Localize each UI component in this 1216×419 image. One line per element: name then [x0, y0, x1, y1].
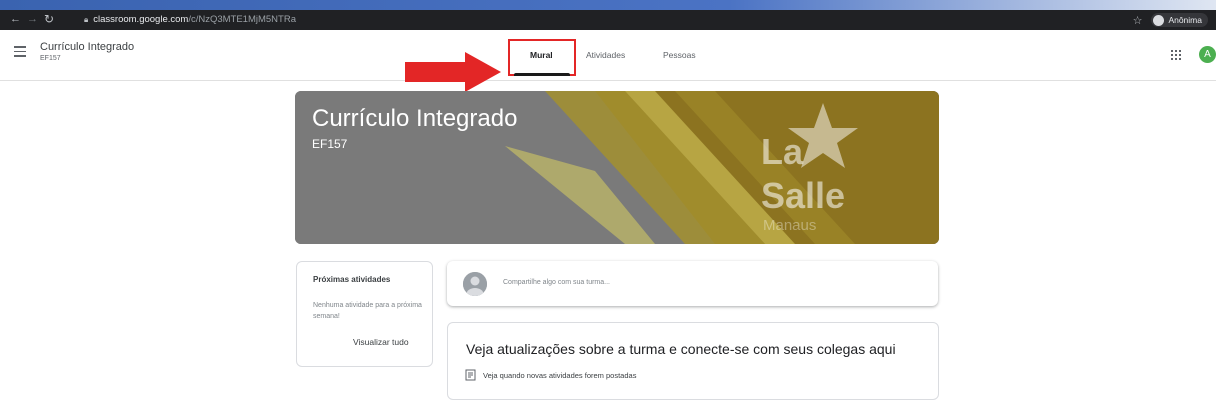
incognito-icon: [1153, 14, 1165, 26]
account-avatar[interactable]: A: [1199, 46, 1216, 63]
reload-icon[interactable]: ↻: [44, 12, 54, 26]
class-banner: Currículo Integrado EF157 La Salle Manau…: [295, 91, 939, 244]
upcoming-activities-card: Próximas atividades Nenhuma atividade pa…: [296, 261, 433, 367]
tab-pessoas[interactable]: Pessoas: [663, 50, 696, 60]
user-avatar-icon: [463, 272, 487, 296]
assignment-doc-icon: [465, 369, 476, 381]
back-icon[interactable]: ←: [10, 13, 21, 25]
browser-window: ← → ↻ 🔒︎ classroom.google.com/c/NzQ3MTE1M…: [0, 10, 1216, 419]
address-bar[interactable]: 🔒︎ classroom.google.com/c/NzQ3MTE1MjM5NTR…: [84, 12, 296, 28]
tab-atividades[interactable]: Atividades: [586, 50, 625, 60]
profile-label: Anônima: [1168, 15, 1202, 25]
logo-text-manaus: Manaus: [763, 217, 817, 234]
url-host: classroom.google.com: [93, 14, 189, 25]
updates-card: Veja atualizações sobre a turma e conect…: [447, 322, 939, 400]
share-placeholder[interactable]: Compartilhe algo com sua turma...: [503, 279, 610, 286]
updates-note: Veja quando novas atividades forem posta…: [483, 371, 637, 380]
lock-icon: 🔒︎: [84, 15, 89, 24]
top-decorative-strip: [0, 0, 1216, 10]
banner-title: Currículo Integrado: [312, 105, 518, 132]
active-tab-indicator: [514, 73, 570, 76]
bookmark-star-icon[interactable]: ☆: [1133, 14, 1143, 27]
incognito-profile-button[interactable]: Anônima: [1151, 13, 1208, 27]
class-name[interactable]: Currículo Integrado: [40, 41, 134, 53]
share-box[interactable]: Compartilhe algo com sua turma...: [447, 261, 938, 306]
class-code: EF157: [40, 55, 61, 62]
banner-class-code: EF157: [312, 137, 348, 151]
logo-text-la: La: [761, 131, 804, 172]
forward-icon[interactable]: →: [27, 13, 38, 25]
tab-mural[interactable]: Mural: [530, 50, 553, 60]
menu-icon[interactable]: [14, 46, 26, 60]
logo-text-salle: Salle: [761, 175, 846, 216]
view-all-link[interactable]: Visualizar tudo: [353, 337, 409, 347]
browser-toolbar: ← → ↻ 🔒︎ classroom.google.com/c/NzQ3MTE1M…: [0, 10, 1216, 30]
url-path: /c/NzQ3MTE1MjM5NTRa: [188, 14, 296, 25]
classroom-header: Currículo Integrado EF157 Mural Atividad…: [0, 30, 1216, 92]
upcoming-empty-text: Nenhuma atividade para a próxima semana!: [313, 302, 422, 320]
upcoming-title: Próximas atividades: [313, 275, 391, 284]
updates-headline: Veja atualizações sobre a turma e conect…: [466, 341, 896, 357]
red-arrow-annotation: [405, 52, 501, 92]
apps-grid-icon[interactable]: [1171, 50, 1181, 60]
